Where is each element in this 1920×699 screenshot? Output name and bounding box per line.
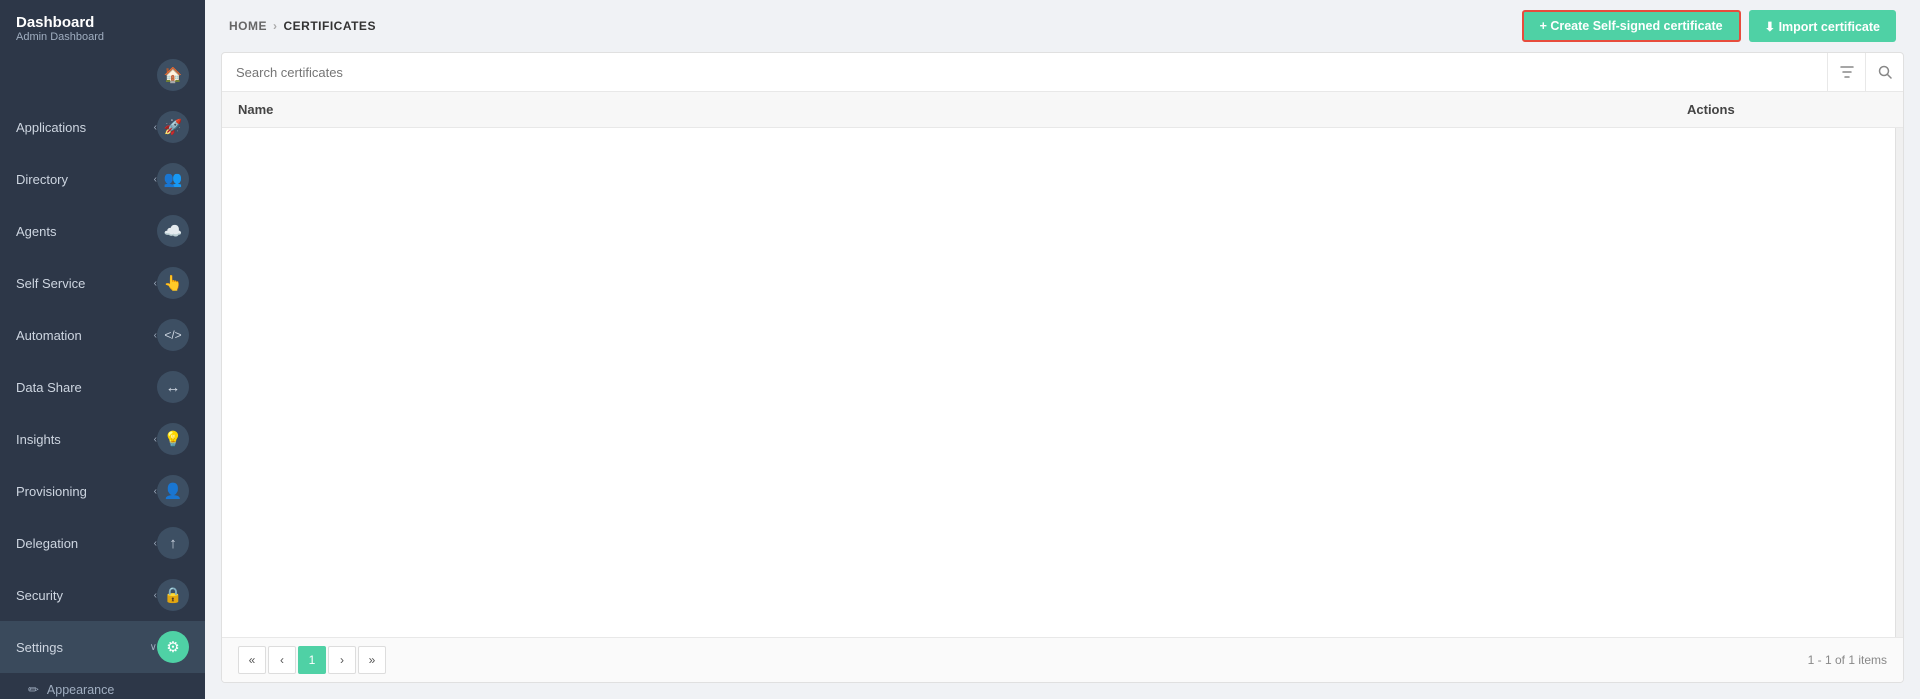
sidebar-item-applications[interactable]: Applications ‹ 🚀 bbox=[0, 101, 205, 153]
sidebar-label-self-service: Self Service bbox=[16, 276, 154, 291]
sidebar-item-data-share[interactable]: Data Share ↔ bbox=[0, 361, 205, 413]
brand-subtitle: Admin Dashboard bbox=[16, 31, 189, 43]
brand-title: Dashboard bbox=[16, 14, 189, 31]
table-header: Name Actions bbox=[222, 92, 1903, 128]
sidebar-item-home[interactable]: 🏠 bbox=[0, 49, 205, 101]
pagination-last-button[interactable]: » bbox=[358, 646, 386, 674]
sidebar-item-insights[interactable]: Insights ‹ 💡 bbox=[0, 413, 205, 465]
sidebar-label-data-share: Data Share bbox=[16, 380, 157, 395]
sidebar-item-settings[interactable]: Settings ∨ ⚙ bbox=[0, 621, 205, 673]
sidebar-subitem-appearance-label: Appearance bbox=[47, 683, 114, 697]
search-input[interactable] bbox=[222, 55, 1827, 90]
sidebar-label-directory: Directory bbox=[16, 172, 154, 187]
pagination-next-button[interactable]: › bbox=[328, 646, 356, 674]
sidebar-label-security: Security bbox=[16, 588, 154, 603]
sidebar-item-delegation[interactable]: Delegation ‹ ↑ bbox=[0, 517, 205, 569]
sidebar-item-automation[interactable]: Automation ‹ </> bbox=[0, 309, 205, 361]
breadcrumb-home[interactable]: HOME bbox=[229, 19, 267, 33]
sidebar-label-delegation: Delegation bbox=[16, 536, 154, 551]
self-service-icon: 👆 bbox=[157, 267, 189, 299]
table-body bbox=[222, 128, 1903, 637]
brand: Dashboard Admin Dashboard bbox=[0, 0, 205, 49]
directory-icon: 👥 bbox=[157, 163, 189, 195]
sidebar-item-security[interactable]: Security ‹ 🔒 bbox=[0, 569, 205, 621]
data-share-icon: ↔ bbox=[157, 371, 189, 403]
search-bar bbox=[222, 53, 1903, 92]
breadcrumb: HOME › CERTIFICATES bbox=[229, 19, 376, 33]
search-icon[interactable] bbox=[1865, 53, 1903, 91]
sidebar-item-directory[interactable]: Directory ‹ 👥 bbox=[0, 153, 205, 205]
breadcrumb-separator: › bbox=[273, 19, 278, 33]
agents-icon: ☁️ bbox=[157, 215, 189, 247]
sidebar-item-self-service[interactable]: Self Service ‹ 👆 bbox=[0, 257, 205, 309]
sidebar-label-settings: Settings bbox=[16, 640, 150, 655]
column-actions: Actions bbox=[1687, 102, 1887, 117]
automation-icon: </> bbox=[157, 319, 189, 351]
pagination-info: 1 - 1 of 1 items bbox=[1808, 653, 1887, 667]
delegation-icon: ↑ bbox=[157, 527, 189, 559]
pagination-page-1-button[interactable]: 1 bbox=[298, 646, 326, 674]
pagination-buttons: « ‹ 1 › » bbox=[238, 646, 386, 674]
chevron-down-icon: ∨ bbox=[150, 642, 157, 653]
sidebar-label-insights: Insights bbox=[16, 432, 154, 447]
pagination-first-button[interactable]: « bbox=[238, 646, 266, 674]
settings-icon: ⚙ bbox=[157, 631, 189, 663]
create-certificate-button[interactable]: + Create Self-signed certificate bbox=[1522, 10, 1741, 42]
certificates-table-container: Name Actions « ‹ 1 › » 1 - 1 of 1 items bbox=[221, 52, 1904, 683]
sidebar-item-provisioning[interactable]: Provisioning ‹ 👤 bbox=[0, 465, 205, 517]
topbar-actions: + Create Self-signed certificate ⬇ Impor… bbox=[1522, 10, 1896, 42]
scroll-bar[interactable] bbox=[1895, 128, 1903, 637]
sidebar-label-automation: Automation bbox=[16, 328, 154, 343]
import-certificate-button[interactable]: ⬇ Import certificate bbox=[1749, 10, 1896, 42]
topbar: HOME › CERTIFICATES + Create Self-signed… bbox=[205, 0, 1920, 52]
pagination-prev-button[interactable]: ‹ bbox=[268, 646, 296, 674]
sidebar-label-applications: Applications bbox=[16, 120, 154, 135]
sidebar-item-agents[interactable]: Agents ☁️ bbox=[0, 205, 205, 257]
insights-icon: 💡 bbox=[157, 423, 189, 455]
sidebar-label-agents: Agents bbox=[16, 224, 157, 239]
filter-icon[interactable] bbox=[1827, 53, 1865, 91]
sidebar-subitem-appearance[interactable]: ✏ Appearance bbox=[0, 673, 205, 699]
appearance-icon: ✏ bbox=[28, 682, 39, 698]
breadcrumb-current: CERTIFICATES bbox=[284, 19, 376, 33]
sidebar-label-provisioning: Provisioning bbox=[16, 484, 154, 499]
provisioning-icon: 👤 bbox=[157, 475, 189, 507]
column-name: Name bbox=[238, 102, 1687, 117]
applications-icon: 🚀 bbox=[157, 111, 189, 143]
pagination: « ‹ 1 › » 1 - 1 of 1 items bbox=[222, 637, 1903, 682]
security-icon: 🔒 bbox=[157, 579, 189, 611]
main-content: HOME › CERTIFICATES + Create Self-signed… bbox=[205, 0, 1920, 699]
home-icon: 🏠 bbox=[157, 59, 189, 91]
sidebar: Dashboard Admin Dashboard 🏠 Applications… bbox=[0, 0, 205, 699]
